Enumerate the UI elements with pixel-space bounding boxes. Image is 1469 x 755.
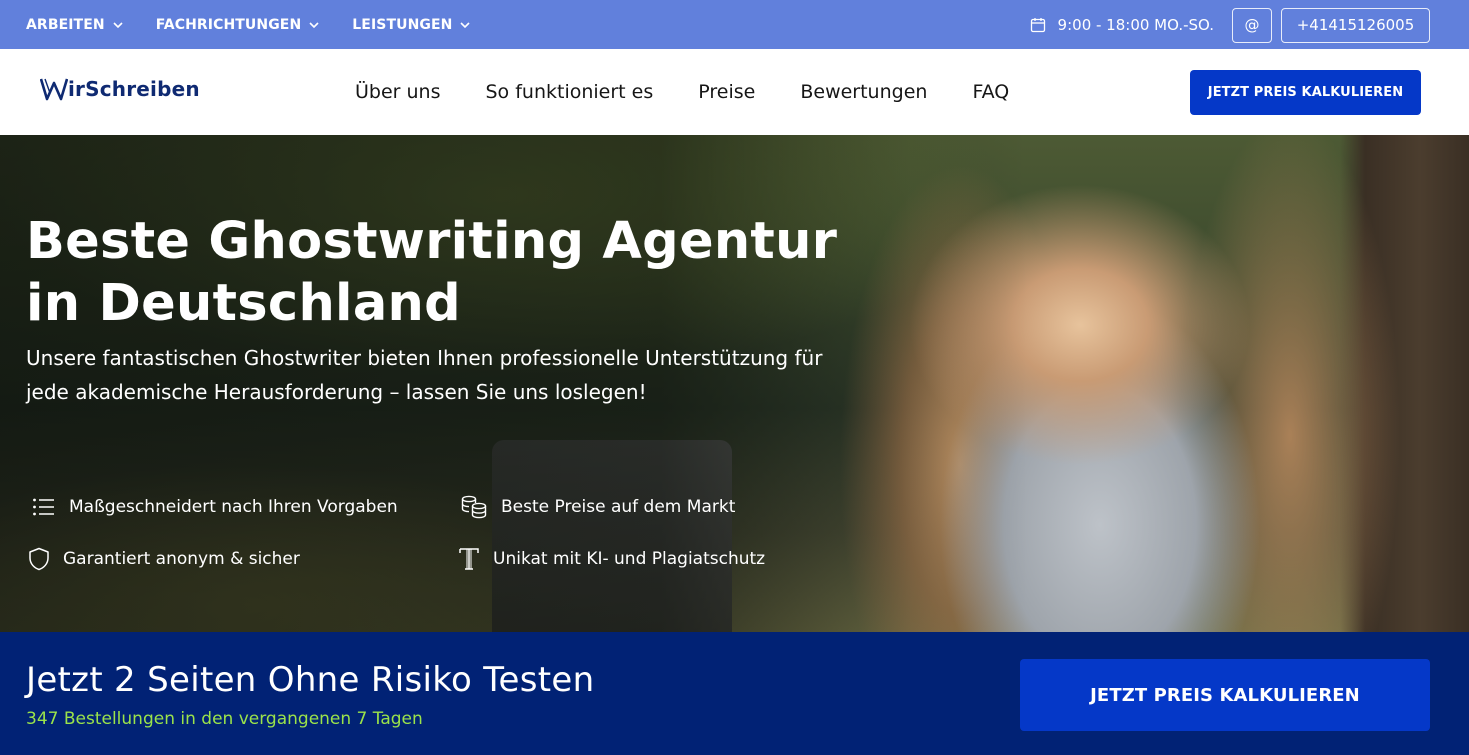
list-icon: [33, 498, 54, 516]
phone-button[interactable]: +41415126005: [1281, 7, 1430, 43]
hero-section: Beste Ghostwriting Agentur in Deutschlan…: [0, 135, 1469, 632]
feature-item: Maßgeschneidert nach Ihren Vorgaben: [32, 497, 398, 517]
nav-preise[interactable]: Preise: [698, 81, 755, 103]
nav-bewertungen[interactable]: Bewertungen: [800, 81, 927, 103]
hero-subtitle: Unsere fantastischen Ghostwriter bieten …: [26, 346, 823, 404]
text-icon: [459, 548, 479, 570]
top-nav-fachrichtungen[interactable]: FACHRICHTUNGEN: [156, 17, 321, 33]
logo[interactable]: irSchreiben: [40, 77, 200, 101]
chevron-down-icon: [309, 21, 319, 28]
orders-count-text: 347 Bestellungen in den vergangenen 7 Ta…: [26, 709, 423, 729]
top-bar: ARBEITEN FACHRICHTUNGEN LEISTUNGEN 9:00 …: [0, 0, 1469, 49]
calculate-price-banner-button[interactable]: JETZT PREIS KALKULIEREN: [1020, 659, 1430, 731]
top-nav-leistungen[interactable]: LEISTUNGEN: [352, 17, 471, 33]
top-nav-label: LEISTUNGEN: [352, 16, 453, 33]
opening-hours-text: 9:00 - 18:00 MO.-SO.: [1057, 16, 1214, 34]
nav-so-funktioniert-es[interactable]: So funktioniert es: [486, 81, 654, 103]
top-nav: ARBEITEN FACHRICHTUNGEN LEISTUNGEN: [26, 0, 503, 49]
feature-label: Maßgeschneidert nach Ihren Vorgaben: [69, 497, 398, 517]
w-logo-icon: [40, 78, 68, 101]
feature-label: Garantiert anonym & sicher: [63, 549, 300, 569]
at-icon: @: [1244, 16, 1260, 34]
feature-label: Unikat mit KI- und Plagiatschutz: [493, 549, 766, 569]
logo-text: irSchreiben: [68, 77, 200, 101]
top-nav-label: FACHRICHTUNGEN: [155, 16, 302, 33]
chevron-down-icon: [113, 21, 123, 28]
feature-item: Beste Preise auf dem Markt: [461, 495, 735, 519]
site-header: irSchreiben Über uns So funktioniert es …: [0, 49, 1469, 135]
opening-hours: 9:00 - 18:00 MO.-SO.: [1030, 16, 1214, 34]
email-button[interactable]: @: [1232, 7, 1272, 43]
feature-label: Beste Preise auf dem Markt: [501, 497, 736, 517]
calculate-price-button[interactable]: JETZT PREIS KALKULIEREN: [1190, 70, 1421, 115]
coins-icon: [461, 495, 487, 519]
nav-faq[interactable]: FAQ: [972, 81, 1009, 103]
top-contact: 9:00 - 18:00 MO.-SO. @ +41415126005: [1030, 7, 1430, 43]
nav-ueber-uns[interactable]: Über uns: [355, 81, 441, 103]
top-nav-arbeiten[interactable]: ARBEITEN: [26, 17, 124, 33]
feature-item: Unikat mit KI- und Plagiatschutz: [458, 547, 765, 571]
main-nav: Über uns So funktioniert es Preise Bewer…: [355, 49, 1054, 135]
shield-icon: [29, 547, 49, 571]
chevron-down-icon: [460, 21, 471, 28]
trial-banner: Jetzt 2 Seiten Ohne Risiko Testen 347 Be…: [0, 632, 1469, 755]
phone-number: +41415126005: [1296, 16, 1415, 34]
top-nav-label: ARBEITEN: [26, 16, 105, 33]
hero-title: Beste Ghostwriting Agentur in Deutschlan…: [26, 212, 838, 333]
feature-item: Garantiert anonym & sicher: [28, 547, 300, 571]
banner-title: Jetzt 2 Seiten Ohne Risiko Testen: [26, 660, 595, 700]
calendar-icon: [1030, 18, 1045, 33]
